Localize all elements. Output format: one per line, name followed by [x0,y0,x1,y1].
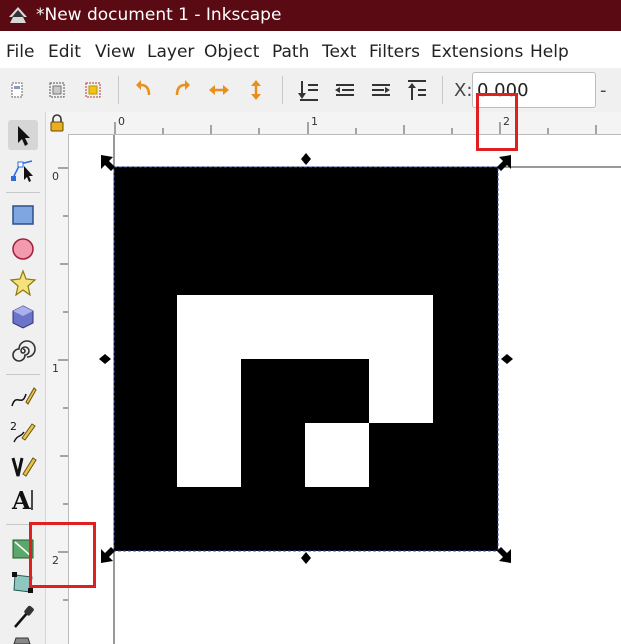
scale-handle-top-right[interactable] [497,155,511,171]
menu-extensions[interactable]: Extensions [431,41,523,63]
inkscape-logo-icon [9,7,27,23]
rotate-ccw-icon[interactable] [132,77,158,103]
pen-tool[interactable] [8,382,38,412]
scale-handle-bottom[interactable] [301,558,311,564]
guide-lock-toggle[interactable] [46,112,68,134]
menu-file[interactable]: File [6,41,34,63]
scale-handle-bottom-left[interactable] [101,547,115,563]
deselect-icon[interactable] [80,77,106,103]
annotation-highlight-ruler-2 [476,93,518,151]
toolbox-separator [6,374,40,375]
menu-filters[interactable]: Filters [369,41,420,63]
text-icon: A [11,486,33,515]
drawing-canvas[interactable] [69,135,621,644]
spiral-tool[interactable] [8,336,38,366]
toolbar-separator [118,76,119,104]
ruler-label: 0 [118,115,125,128]
star-icon [9,269,37,297]
title-bar: *New document 1 - Inkscape [0,0,621,31]
dropper-tool[interactable] [8,602,38,632]
node-tool[interactable] [8,154,38,184]
menu-edit[interactable]: Edit [48,41,81,63]
window-title: *New document 1 - Inkscape [36,5,282,25]
node-edit-icon [11,160,33,182]
text-tool[interactable]: A [8,484,38,515]
rectangle-icon [12,205,34,225]
lower-right-black-square[interactable] [369,423,433,487]
pencil-icon: 2 [10,420,36,443]
circle-icon [12,238,34,260]
ruler-label: 1 [52,362,59,375]
lower-to-bottom-icon[interactable] [296,77,322,103]
arrow-pointer-icon [18,126,30,146]
flip-horizontal-icon[interactable] [206,77,232,103]
scale-handle-right[interactable] [507,354,513,364]
toolbar-separator [282,76,283,104]
menu-bar: File Edit View Layer Object Path Text Fi… [0,31,621,68]
eyedropper-icon [14,605,34,628]
calligraphy-tool[interactable] [8,450,38,480]
menu-help[interactable]: Help [530,41,569,63]
toolbox-separator [6,192,40,193]
lock-icon [50,114,64,132]
ruler-label: 1 [311,115,318,128]
3d-box-tool[interactable] [8,302,38,332]
rotate-cw-icon[interactable] [168,77,194,103]
3d-box-icon [12,305,34,329]
menu-view[interactable]: View [95,41,135,63]
raise-icon[interactable] [368,77,394,103]
toolbar-separator [442,76,443,104]
spiral-icon [12,340,36,362]
scale-handle-top-left[interactable] [101,155,115,171]
pencil-tool[interactable]: 2 [8,416,38,446]
scale-handle-left[interactable] [99,354,105,364]
raise-to-top-icon[interactable] [404,77,430,103]
menu-object[interactable]: Object [204,41,259,63]
calligraphy-icon [11,457,37,477]
menu-text[interactable]: Text [322,41,356,63]
x-decrement-button[interactable]: - [600,80,607,101]
canvas-drawing [99,135,621,644]
tool-controls-bar: X: - [0,68,621,113]
pen-icon [11,387,37,407]
scale-handle-bottom-upper [301,552,311,558]
horizontal-ruler[interactable]: 0 1 2 [68,112,621,135]
flip-vertical-icon[interactable] [243,77,269,103]
paint-bucket-tool[interactable] [8,634,38,644]
annotation-highlight-vruler-2 [29,522,96,588]
menu-path[interactable]: Path [272,41,309,63]
circle-tool[interactable] [8,234,38,264]
x-coordinate-label: X: [454,80,473,101]
horizontal-ruler-ticks [114,122,597,134]
svg-text:A: A [11,486,31,514]
selector-tool[interactable] [8,120,38,150]
lower-icon[interactable] [332,77,358,103]
select-all-icon[interactable] [4,77,30,103]
selected-group[interactable] [113,166,499,552]
scale-handle-bottom-right[interactable] [497,547,511,563]
scale-handle-right-inner [501,354,507,364]
rectangle-tool[interactable] [8,200,38,230]
select-all-layers-icon[interactable] [44,77,70,103]
scale-handle-top-lower [301,159,311,165]
star-tool[interactable] [8,268,38,298]
svg-text:2: 2 [10,420,17,433]
menu-layer[interactable]: Layer [147,41,194,63]
paint-bucket-icon [13,637,31,644]
scale-handle-left-inner [105,354,111,364]
inner-white-square[interactable] [305,423,369,487]
ruler-label: 0 [52,170,59,183]
